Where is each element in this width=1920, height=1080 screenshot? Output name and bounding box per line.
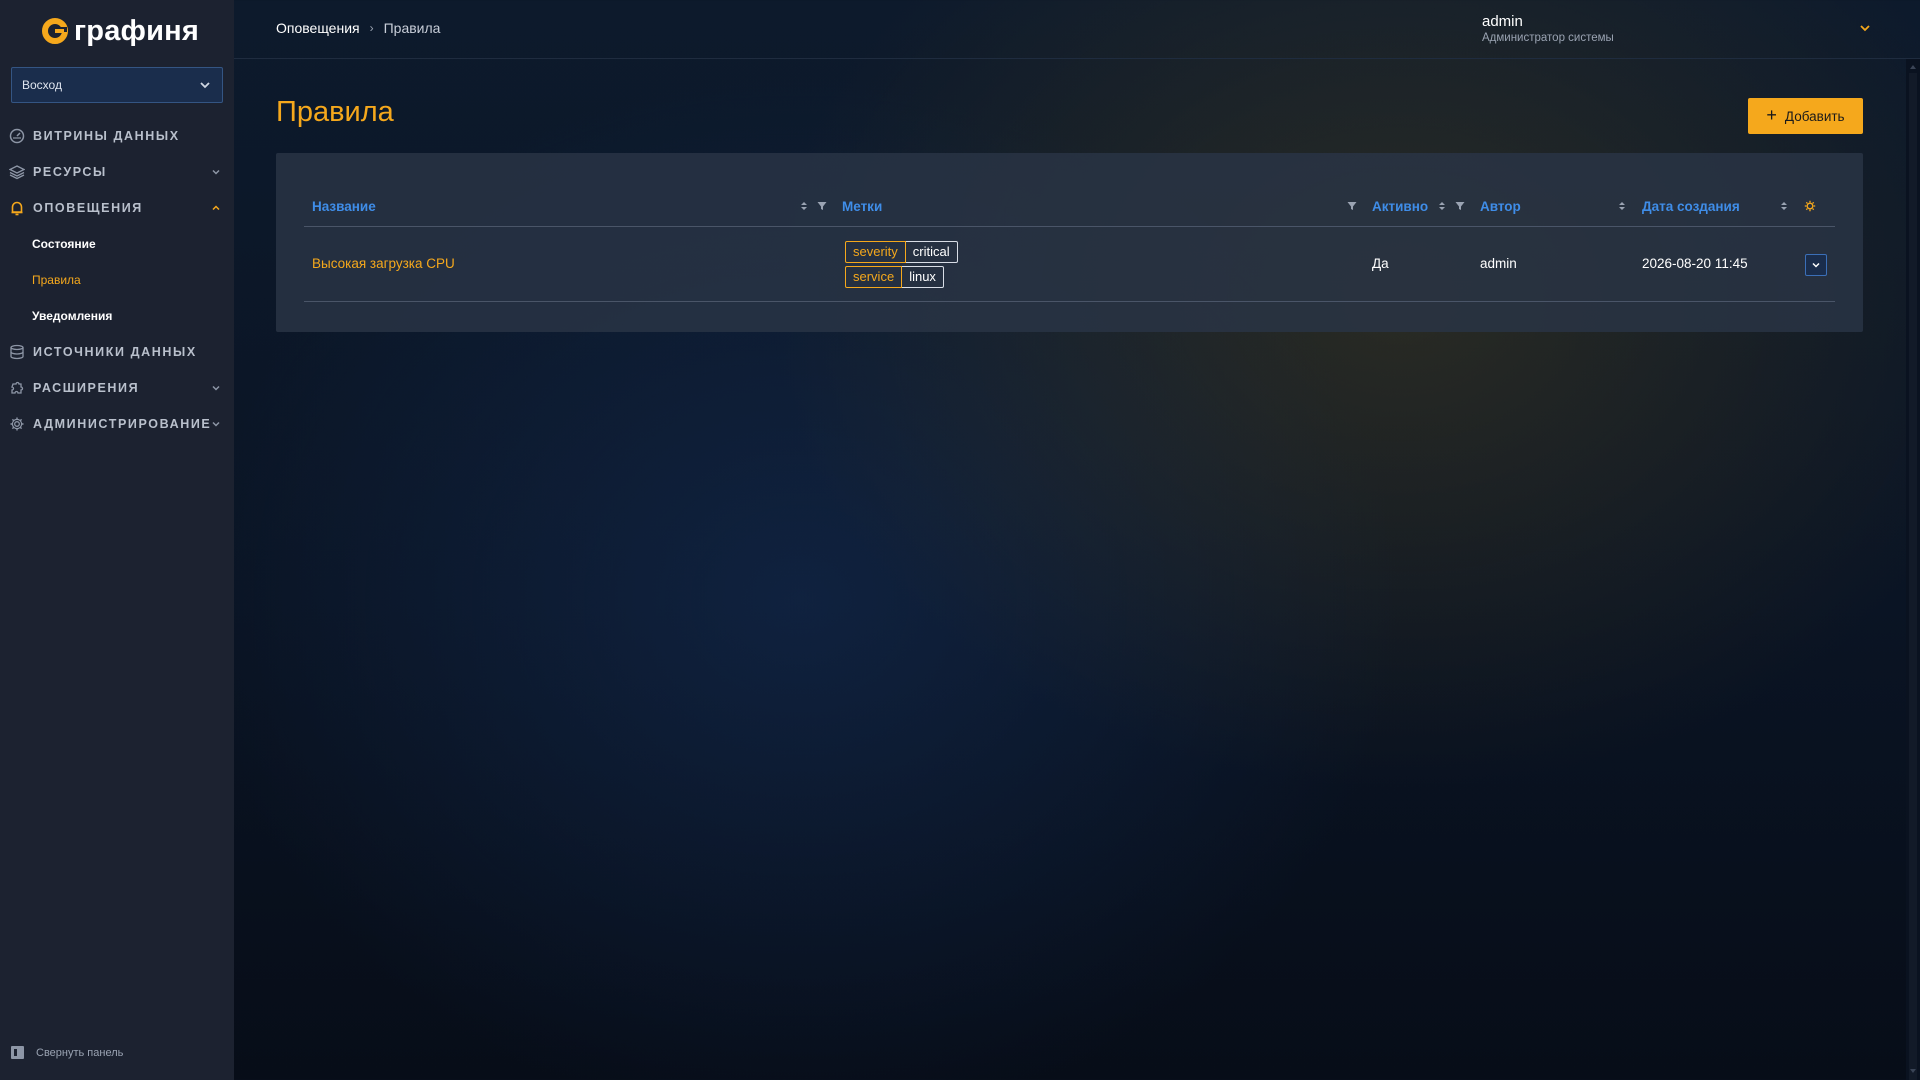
page-scrollbar[interactable] [1906,59,1920,1080]
label-value: linux [902,266,944,288]
label-value: critical [905,241,958,263]
sidebar-subitem-notifications[interactable]: Уведомления [0,298,234,334]
breadcrumb-item-rules: Правила [383,20,441,36]
sidebar-item-label: Расширения [33,381,140,395]
sidebar-subitem-state[interactable]: Состояние [0,226,234,262]
filter-icon[interactable] [1346,200,1358,212]
database-icon [8,343,26,361]
sort-icon[interactable] [1778,200,1790,212]
add-rule-button[interactable]: + Добавить [1748,98,1863,134]
plugin-icon [8,379,26,397]
column-header-labels[interactable]: Метки [842,193,882,219]
sidebar-item-resources[interactable]: Ресурсы [0,154,234,190]
rule-author-value: admin [1480,256,1517,271]
organization-select[interactable]: Восход [11,67,223,103]
row-expand-button[interactable] [1805,254,1827,276]
rule-created-value: 2026-08-20 11:45 [1642,256,1748,271]
collapse-panel-button[interactable]: Свернуть панель [11,1046,123,1059]
chevron-down-icon[interactable] [1858,21,1872,35]
breadcrumb-item-alerts[interactable]: Оповещения [276,20,360,36]
chevron-down-icon [212,169,220,175]
sidebar: графиня Восход Витрины данных Ресурсы Оп… [0,0,234,1080]
sidebar-item-label: Администрирование [33,417,212,431]
sidebar-item-label: Источники данных [33,345,197,359]
label-tag: severity critical [845,241,958,263]
chevron-up-icon [212,205,220,211]
organization-select-value: Восход [22,78,62,92]
chevron-down-icon [200,82,210,89]
logo-text: графиня [74,14,199,47]
sort-icon[interactable] [1616,200,1628,212]
sidebar-item-dashboards[interactable]: Витрины данных [0,118,234,154]
sort-icon[interactable] [798,200,810,212]
rule-active-value: Да [1372,256,1389,271]
chevron-down-icon [212,421,220,427]
plus-icon: + [1766,105,1777,125]
rule-name-link[interactable]: Высокая загрузка CPU [312,256,455,271]
breadcrumb-chevron-icon: › [369,21,374,35]
dashboard-gauge-icon [8,127,26,145]
chevron-down-icon [1812,262,1820,268]
sidebar-item-label: Оповещения [33,201,143,215]
sidebar-item-administration[interactable]: Администрирование [0,406,234,442]
filter-icon[interactable] [1454,200,1466,212]
user-name: admin [1482,13,1523,30]
column-settings-gear-icon[interactable] [1804,200,1816,212]
breadcrumb: Оповещения › Правила [276,20,440,36]
sidebar-nav: Витрины данных Ресурсы Оповещения Состоя… [0,118,234,442]
label-key: service [845,266,903,288]
sort-icon[interactable] [1436,200,1448,212]
topbar: Оповещения › Правила [234,0,1920,59]
chevron-down-icon [212,385,220,391]
column-header-name[interactable]: Название [312,193,376,219]
layers-icon [8,163,26,181]
scroll-up-icon[interactable] [1909,63,1917,71]
column-header-active[interactable]: Активно [1372,193,1428,219]
column-header-author[interactable]: Автор [1480,193,1521,219]
scroll-down-icon[interactable] [1909,1067,1917,1075]
add-button-label: Добавить [1784,108,1845,124]
sidebar-item-datasources[interactable]: Источники данных [0,334,234,370]
label-key: severity [845,241,906,263]
app-logo[interactable]: графиня [42,14,199,48]
gear-icon [8,415,26,433]
rules-table: Название Метки Активно Автор Дата создан… [276,153,1863,332]
sidebar-item-label: Витрины данных [33,129,180,143]
user-menu[interactable]: admin Администратор системы [1482,13,1652,44]
scrollbar-thumb[interactable] [1909,73,1917,1080]
label-tag: service linux [845,266,944,288]
column-header-created[interactable]: Дата создания [1642,193,1740,219]
sidebar-item-extensions[interactable]: Расширения [0,370,234,406]
sidebar-subitem-rules[interactable]: Правила [0,262,234,298]
sidebar-item-alerts[interactable]: Оповещения [0,190,234,226]
sidebar-item-label: Ресурсы [33,165,107,179]
collapse-panel-label: Свернуть панель [36,1046,124,1059]
page-title: Правила [276,96,394,128]
bell-icon [8,199,26,217]
user-role: Администратор системы [1482,32,1614,44]
filter-icon[interactable] [816,200,828,212]
logo-icon [42,18,68,44]
header-divider [304,226,1835,227]
collapse-sidebar-icon [11,1046,24,1059]
row-divider [304,301,1835,302]
